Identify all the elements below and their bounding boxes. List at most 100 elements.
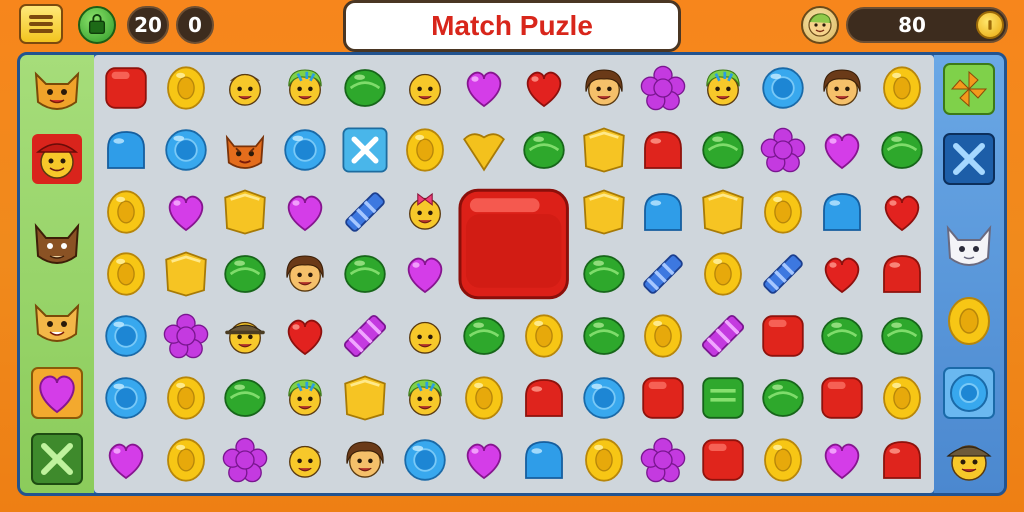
yellow-ring-candy[interactable] [574, 430, 634, 490]
red-heart-candy[interactable] [514, 58, 574, 118]
yellow-ring-candy[interactable] [633, 306, 693, 366]
yellow-square-candy[interactable] [574, 182, 634, 242]
purple-flower-candy[interactable] [156, 306, 216, 366]
purple-flower-candy[interactable] [633, 430, 693, 490]
green-oval-candy[interactable] [215, 368, 275, 428]
brown-hair-face-candy[interactable] [335, 430, 395, 490]
blue-gumdrop-candy[interactable] [96, 120, 156, 180]
green-x-button[interactable] [26, 428, 88, 490]
purple-heart-candy[interactable] [812, 120, 872, 180]
red-square-candy[interactable] [812, 368, 872, 428]
blue-ring-candy[interactable] [156, 120, 216, 180]
blue-ring-candy[interactable] [395, 430, 455, 490]
smiling-face-candy[interactable] [395, 306, 455, 366]
white-cat-booster[interactable] [938, 214, 1000, 276]
yellow-square-candy[interactable] [574, 120, 634, 180]
yellow-ring-candy[interactable] [753, 430, 813, 490]
green-oval-candy[interactable] [574, 306, 634, 366]
yellow-ring-candy[interactable] [96, 244, 156, 304]
red-gumdrop-candy[interactable] [514, 368, 574, 428]
green-oval-candy[interactable] [693, 120, 753, 180]
yellow-ring-candy[interactable] [514, 306, 574, 366]
yellow-heart-candy[interactable] [454, 120, 514, 180]
yellow-square-candy[interactable] [215, 182, 275, 242]
yellow-square-candy[interactable] [156, 244, 216, 304]
cat-face-booster[interactable] [26, 212, 88, 274]
red-square-candy[interactable] [693, 430, 753, 490]
purple-heart-candy[interactable] [96, 430, 156, 490]
purple-striped-candy-candy[interactable] [335, 306, 395, 366]
green-oval-candy[interactable] [215, 244, 275, 304]
purple-heart-booster[interactable] [26, 362, 88, 424]
green-oval-candy[interactable] [514, 120, 574, 180]
colorful-hair-face-candy[interactable] [275, 368, 335, 428]
green-oval-candy[interactable] [335, 58, 395, 118]
red-square-candy[interactable] [633, 368, 693, 428]
yellow-ring-candy[interactable] [395, 120, 455, 180]
purple-heart-candy[interactable] [454, 58, 514, 118]
yellow-ring-candy[interactable] [693, 244, 753, 304]
pink-bow-face-candy[interactable] [395, 182, 455, 242]
yellow-ring-candy[interactable] [156, 430, 216, 490]
blue-gumdrop-candy[interactable] [514, 430, 574, 490]
colorful-hair-face-candy[interactable] [693, 58, 753, 118]
red-gumdrop-candy[interactable] [633, 120, 693, 180]
yellow-ring-candy[interactable] [753, 182, 813, 242]
menu-button[interactable] [19, 4, 63, 44]
purple-heart-candy[interactable] [395, 244, 455, 304]
green-oval-candy[interactable] [454, 306, 514, 366]
yellow-ring-candy[interactable] [156, 58, 216, 118]
green-oval-candy[interactable] [872, 120, 932, 180]
blue-striped-candy-candy[interactable] [335, 182, 395, 242]
red-square-candy[interactable] [753, 306, 813, 366]
yellow-square-candy[interactable] [693, 182, 753, 242]
tiger-cub-booster[interactable] [26, 290, 88, 352]
purple-striped-candy-candy[interactable] [693, 306, 753, 366]
hat-face-booster[interactable] [938, 428, 1000, 490]
brown-hair-face-candy[interactable] [275, 244, 335, 304]
red-heart-candy[interactable] [275, 306, 335, 366]
winking-face-candy[interactable] [275, 430, 335, 490]
bag-button[interactable] [78, 6, 116, 44]
green-square-candy[interactable] [693, 368, 753, 428]
brown-hair-face-candy[interactable] [812, 58, 872, 118]
colorful-hair-face-candy[interactable] [395, 368, 455, 428]
blue-ring-candy[interactable] [96, 306, 156, 366]
player-avatar[interactable] [801, 6, 839, 44]
blue-x-tile-candy[interactable] [335, 120, 395, 180]
purple-flower-candy[interactable] [633, 58, 693, 118]
blue-ring-candy[interactable] [574, 368, 634, 428]
blue-gumdrop-candy[interactable] [633, 182, 693, 242]
green-oval-candy[interactable] [335, 244, 395, 304]
tiger-cat-face-candy[interactable] [215, 120, 275, 180]
green-oval-candy[interactable] [753, 368, 813, 428]
green-oval-candy[interactable] [872, 306, 932, 366]
blue-x-button[interactable] [938, 128, 1000, 190]
red-gumdrop-candy[interactable] [872, 244, 932, 304]
red-square-candy[interactable] [96, 58, 156, 118]
purple-flower-candy[interactable] [753, 120, 813, 180]
red-heart-candy[interactable] [872, 182, 932, 242]
yellow-ring-candy[interactable] [96, 182, 156, 242]
blue-ring-candy[interactable] [753, 58, 813, 118]
yellow-square-candy[interactable] [335, 368, 395, 428]
purple-flower-candy[interactable] [215, 430, 275, 490]
purple-heart-candy[interactable] [812, 430, 872, 490]
yellow-ring-candy[interactable] [156, 368, 216, 428]
smiling-face-candy[interactable] [395, 58, 455, 118]
blue-striped-candy-candy[interactable] [633, 244, 693, 304]
purple-heart-candy[interactable] [275, 182, 335, 242]
blue-ring-candy[interactable] [96, 368, 156, 428]
purple-heart-candy[interactable] [454, 430, 514, 490]
red-hat-face-booster[interactable] [26, 128, 88, 190]
blue-striped-candy-candy[interactable] [753, 244, 813, 304]
green-oval-candy[interactable] [812, 306, 872, 366]
blue-ring-candy[interactable] [275, 120, 335, 180]
winking-face-candy[interactable] [215, 58, 275, 118]
yellow-ring-booster[interactable] [938, 290, 1000, 352]
yellow-ring-candy[interactable] [454, 368, 514, 428]
green-oval-candy[interactable] [574, 244, 634, 304]
brown-hair-face-candy[interactable] [574, 58, 634, 118]
big-red-candy[interactable] [454, 182, 573, 306]
tiger-face-booster[interactable] [26, 58, 88, 120]
